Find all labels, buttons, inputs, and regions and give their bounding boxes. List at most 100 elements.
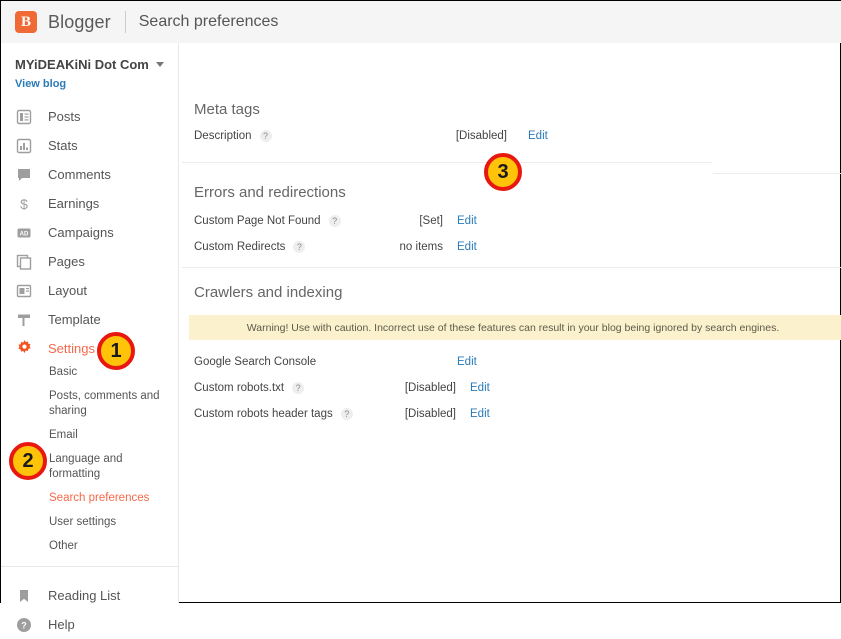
setting-label-text: Description xyxy=(194,130,252,142)
section-heading-errors-and-redirections: Errors and redirections xyxy=(194,184,346,201)
sidebar-item-stats[interactable]: Stats xyxy=(1,131,178,160)
section-divider xyxy=(182,162,712,163)
svg-text:AD: AD xyxy=(20,231,29,237)
stats-bar-chart-icon xyxy=(15,137,33,155)
layout-icon xyxy=(15,282,33,300)
section-heading-crawlers-and-indexing: Crawlers and indexing xyxy=(194,284,343,301)
chevron-down-icon xyxy=(155,62,164,67)
sidebar-item-posts[interactable]: Posts xyxy=(1,102,178,131)
sidebar-item-label: Stats xyxy=(48,138,78,153)
brand-name[interactable]: Blogger xyxy=(48,12,111,33)
blog-selector[interactable]: MYiDEAKiNi Dot Com xyxy=(1,43,178,72)
template-icon xyxy=(15,311,33,329)
edit-link-description[interactable]: Edit xyxy=(528,130,548,142)
setting-label-text: Custom Redirects xyxy=(194,241,286,253)
section-divider xyxy=(182,267,841,268)
sidebar-subitem-email[interactable]: Email xyxy=(1,428,169,443)
sidebar-item-label: Layout xyxy=(48,283,88,298)
sidebar-subitem-search-preferences[interactable]: Search preferences xyxy=(1,491,169,506)
setting-row-custom-robots-txt: Custom robots.txt ? [Disabled] Edit xyxy=(194,382,614,394)
sidebar: MYiDEAKiNi Dot Com View blog Posts Stats… xyxy=(1,43,179,632)
sidebar-item-help[interactable]: ? Help xyxy=(1,610,178,639)
section-divider xyxy=(713,173,841,174)
setting-label: Description ? xyxy=(194,130,429,142)
setting-label-text: Custom robots.txt xyxy=(194,382,285,394)
header-divider xyxy=(124,11,126,33)
sidebar-item-label: Campaigns xyxy=(48,225,114,240)
gear-icon xyxy=(15,340,33,358)
setting-label-text: Google Search Console xyxy=(194,356,317,368)
sidebar-item-pages[interactable]: Pages xyxy=(1,247,178,276)
sidebar-subitem-user-settings[interactable]: User settings xyxy=(1,515,169,530)
setting-label-text: Custom robots header tags xyxy=(194,408,333,420)
blogger-logo-glyph: B xyxy=(20,13,31,30)
pages-icon xyxy=(15,253,33,271)
edit-link-custom-redirects[interactable]: Edit xyxy=(457,241,477,253)
sidebar-item-label: Settings xyxy=(48,341,95,356)
main-content: Meta tags Description ? [Disabled] Edit … xyxy=(180,43,841,603)
help-icon[interactable]: ? xyxy=(259,130,272,142)
help-icon[interactable]: ? xyxy=(293,241,306,253)
setting-row-custom-page-not-found: Custom Page Not Found ? [Set] Edit xyxy=(194,215,594,227)
edit-link-google-search-console[interactable]: Edit xyxy=(457,356,477,368)
setting-label: Custom Page Not Found ? xyxy=(194,215,390,227)
svg-text:$: $ xyxy=(20,196,28,212)
setting-label: Custom robots header tags ? xyxy=(194,408,390,420)
setting-row-custom-robots-header-tags: Custom robots header tags ? [Disabled] E… xyxy=(194,408,614,420)
sidebar-item-comments[interactable]: Comments xyxy=(1,160,178,189)
sidebar-item-label: Help xyxy=(48,617,75,632)
page-title: Search preferences xyxy=(138,13,279,30)
callout-badge-3: 3 xyxy=(484,153,522,191)
app-header: B Blogger Search preferences xyxy=(1,1,841,43)
setting-value: [Disabled] xyxy=(404,382,456,394)
setting-value: [Set] xyxy=(419,215,443,227)
comment-bubble-icon xyxy=(15,166,33,184)
sidebar-item-label: Earnings xyxy=(48,196,100,211)
sidebar-nav: Posts Stats Comments $ Earnings AD Campa… xyxy=(1,102,179,639)
bookmark-icon xyxy=(15,587,33,605)
sidebar-subitem-posts-comments-sharing[interactable]: Posts, comments and sharing xyxy=(1,389,169,419)
sidebar-item-layout[interactable]: Layout xyxy=(1,276,178,305)
dollar-sign-icon: $ xyxy=(15,195,33,213)
setting-label: Google Search Console xyxy=(194,356,390,368)
blog-title: MYiDEAKiNi Dot Com xyxy=(15,57,149,72)
edit-link-custom-page-not-found[interactable]: Edit xyxy=(457,215,477,227)
setting-label: Custom Redirects ? xyxy=(194,241,390,253)
setting-value: no items xyxy=(399,241,443,253)
sidebar-item-earnings[interactable]: $ Earnings xyxy=(1,189,178,218)
setting-value: [Disabled] xyxy=(404,408,456,420)
setting-row-custom-redirects: Custom Redirects ? no items Edit xyxy=(194,241,594,253)
help-circle-icon: ? xyxy=(15,616,33,634)
sidebar-item-label: Reading List xyxy=(48,588,121,603)
sidebar-subitem-other[interactable]: Other xyxy=(1,539,169,554)
blogger-logo-icon[interactable]: B xyxy=(15,11,37,33)
setting-label: Custom robots.txt ? xyxy=(194,382,390,394)
help-icon[interactable]: ? xyxy=(292,382,305,394)
view-blog-link[interactable]: View blog xyxy=(15,78,178,90)
warning-text: Warning! Use with caution. Incorrect use… xyxy=(246,321,780,334)
sidebar-item-campaigns[interactable]: AD Campaigns xyxy=(1,218,178,247)
sidebar-item-label: Template xyxy=(48,312,101,327)
edit-link-custom-robots-header-tags[interactable]: Edit xyxy=(470,408,490,420)
callout-badge-2: 2 xyxy=(9,442,47,480)
sidebar-item-reading-list[interactable]: Reading List xyxy=(1,581,178,610)
sidebar-subitem-basic[interactable]: Basic xyxy=(1,365,169,380)
warning-banner: Warning! Use with caution. Incorrect use… xyxy=(189,315,841,340)
setting-row-description: Description ? [Disabled] Edit xyxy=(194,130,674,142)
svg-text:?: ? xyxy=(21,620,27,630)
sidebar-divider xyxy=(1,566,179,567)
ad-campaign-icon: AD xyxy=(15,224,33,242)
callout-badge-1: 1 xyxy=(97,332,135,370)
sidebar-item-label: Comments xyxy=(48,167,111,182)
section-heading-meta-tags: Meta tags xyxy=(194,101,260,118)
edit-link-custom-robots-txt[interactable]: Edit xyxy=(470,382,490,394)
setting-label-text: Custom Page Not Found xyxy=(194,215,321,227)
posts-icon xyxy=(15,108,33,126)
help-icon[interactable]: ? xyxy=(340,408,353,420)
sidebar-item-label: Pages xyxy=(48,254,85,269)
sidebar-item-template[interactable]: Template xyxy=(1,305,178,334)
sidebar-item-label: Posts xyxy=(48,109,81,124)
setting-value: [Disabled] xyxy=(455,130,507,142)
help-icon[interactable]: ? xyxy=(328,215,341,227)
sidebar-item-settings[interactable]: Settings xyxy=(1,334,178,363)
